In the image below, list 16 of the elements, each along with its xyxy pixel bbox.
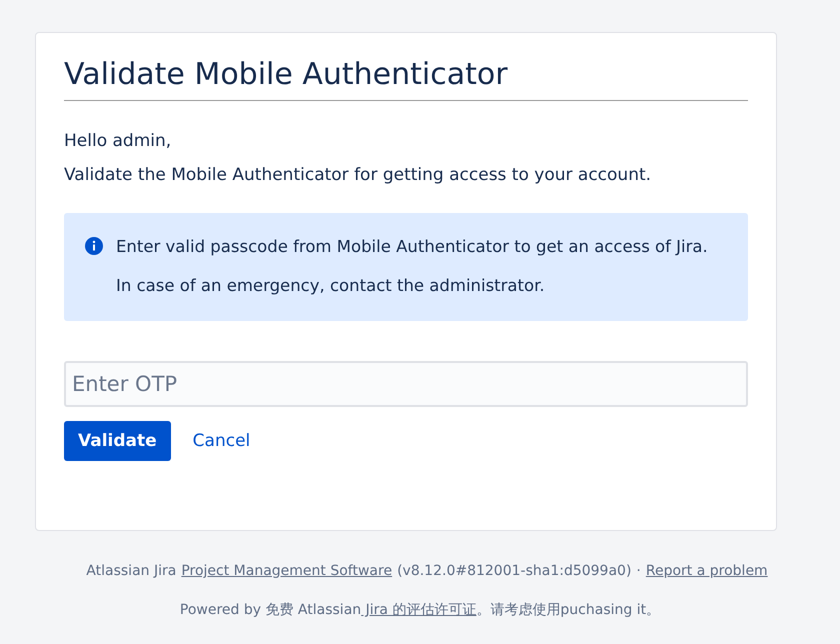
footer-text: (v8.12.0#812001-sha1:d5099a0) xyxy=(397,563,632,579)
footer-link[interactable]: Project Management Software xyxy=(181,563,392,579)
cancel-link[interactable]: Cancel xyxy=(192,431,250,451)
footer-text: Atlassian Jira xyxy=(86,563,176,579)
greeting-text: Hello admin, xyxy=(64,131,172,151)
info-text: In case of an emergency, contact the administrator. xyxy=(116,275,546,297)
otp-input-field[interactable]: Enter OTP xyxy=(64,361,748,407)
info-icon xyxy=(84,236,104,256)
validate-button[interactable]: Validate xyxy=(64,421,171,461)
info-text: Enter valid passcode from Mobile Authenticator to get an access of Jira. xyxy=(116,236,708,258)
footer-text: · xyxy=(636,563,641,579)
intro-text: Validate the Mobile Authenticator for getting access to your account. xyxy=(64,165,652,185)
powered-by-text: Powered by 免费 Atlassian Jira 的评估许可证。请考虑使用puchasing it。 xyxy=(178,601,662,619)
page-title: Validate Mobile Authenticator xyxy=(64,57,748,101)
footer-link[interactable]: Report a problem xyxy=(646,563,768,579)
license-link[interactable]: Jira 的评估许可证 xyxy=(361,602,476,618)
